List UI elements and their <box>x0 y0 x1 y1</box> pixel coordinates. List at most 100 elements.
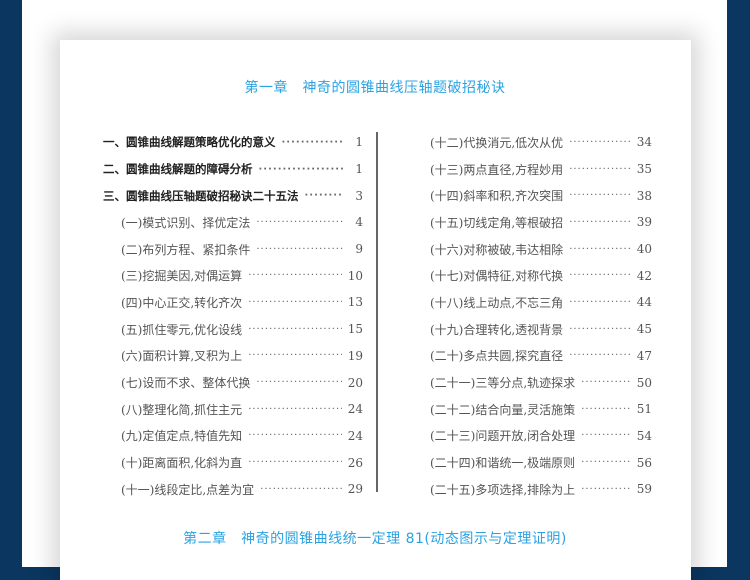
toc-entry-page: 35 <box>636 162 652 177</box>
toc-entry-label: (十八)线上动点,不忘三角 <box>430 295 564 310</box>
toc-entry[interactable]: (一)模式识别、择优定法 4 <box>103 209 363 236</box>
toc-left-column: 一、圆锥曲线解题策略优化的意义 1 二、圆锥曲线解题的障碍分析 1 三、圆锥曲线压轴题破… <box>103 129 363 503</box>
toc-entry-label: (五)抓住零元,优化设线 <box>121 322 243 337</box>
toc-entry-label: (四)中心正交,转化齐次 <box>121 295 243 310</box>
toc-entry-page: 34 <box>636 135 652 150</box>
toc-entry-page: 38 <box>636 188 652 203</box>
dot-leader <box>581 457 631 468</box>
toc-entry[interactable]: 一、圆锥曲线解题策略优化的意义 1 <box>103 129 363 156</box>
toc-entry[interactable]: (二)布列方程、紧扣条件 9 <box>103 236 363 263</box>
toc-entry-label: (十)距离面积,化斜为直 <box>121 456 243 471</box>
toc-entry-page: 1 <box>355 162 363 177</box>
toc-entry[interactable]: (十七)对偶特征,对称代换 42 <box>412 262 652 289</box>
dot-leader <box>260 484 342 495</box>
toc-entry-label: 二、圆锥曲线解题的障碍分析 <box>103 162 253 177</box>
toc-entry-label: (二十四)和谐统一,极端原则 <box>430 456 576 471</box>
dot-leader <box>282 137 344 148</box>
toc-entry-page: 24 <box>347 402 363 417</box>
chapter-1-title: 第一章 神奇的圆锥曲线压轴题破招秘诀 <box>244 80 506 96</box>
toc-entry-label: (一)模式识别、择优定法 <box>121 215 251 230</box>
toc-entry[interactable]: (二十二)结合向量,灵活施策 51 <box>412 396 652 423</box>
dot-leader <box>569 350 631 361</box>
toc-entry-page: 20 <box>347 375 363 390</box>
dot-leader <box>259 164 344 175</box>
toc-entry[interactable]: (二十三)问题开放,闭合处理 54 <box>412 423 652 450</box>
toc-entry-label: 一、圆锥曲线解题策略优化的意义 <box>103 135 276 150</box>
toc-entry[interactable]: (十一)线段定比,点差为宜 29 <box>103 476 363 503</box>
dot-leader <box>248 350 342 361</box>
toc-entry[interactable]: (十四)斜率和积,齐次突围 38 <box>412 182 652 209</box>
toc-entry-label: (二十五)多项选择,排除为上 <box>430 482 576 497</box>
toc-entry[interactable]: (三)挖掘美因,对偶运算 10 <box>103 262 363 289</box>
toc-entry-page: 42 <box>636 268 652 283</box>
toc-entry-page: 39 <box>636 215 652 230</box>
toc-entry[interactable]: (十二)代换消元,低次从优 34 <box>412 129 652 156</box>
dot-leader <box>248 430 342 441</box>
toc-entry[interactable]: (七)设而不求、整体代换 20 <box>103 369 363 396</box>
toc-entry-page: 24 <box>347 428 363 443</box>
toc-entry[interactable]: (十八)线上动点,不忘三角 44 <box>412 289 652 316</box>
toc-entry[interactable]: (十三)两点直径,方程妙用 35 <box>412 156 652 183</box>
dot-leader <box>569 270 631 281</box>
dot-leader <box>248 270 342 281</box>
toc-entry[interactable]: (十六)对称被破,韦达相除 40 <box>412 236 652 263</box>
toc-entry-label: (十五)切线定角,等根破招 <box>430 215 564 230</box>
toc-entry-page: 3 <box>355 188 363 203</box>
toc-entry[interactable]: (二十五)多项选择,排除为上 59 <box>412 476 652 503</box>
toc-entry[interactable]: (二十四)和谐统一,极端原则 56 <box>412 449 652 476</box>
toc-entry[interactable]: (十九)合理转化,透视背景 45 <box>412 316 652 343</box>
toc-entry-page: 19 <box>347 348 363 363</box>
dot-leader <box>569 297 631 308</box>
toc-entry[interactable]: (五)抓住零元,优化设线 15 <box>103 316 363 343</box>
toc-entry[interactable]: (十五)切线定角,等根破招 39 <box>412 209 652 236</box>
toc-entry-label: (十九)合理转化,透视背景 <box>430 322 564 337</box>
dot-leader <box>569 190 631 201</box>
dot-leader <box>256 244 343 255</box>
toc-entry-page: 51 <box>636 402 652 417</box>
toc-entry-label: (十四)斜率和积,齐次突围 <box>430 189 564 204</box>
toc-entry-page: 47 <box>636 348 652 363</box>
toc-entry[interactable]: (二十)多点共圆,探究直径 47 <box>412 343 652 370</box>
dot-leader <box>248 297 342 308</box>
toc-entry[interactable]: 二、圆锥曲线解题的障碍分析 1 <box>103 156 363 183</box>
toc-entry-page: 40 <box>636 242 652 257</box>
toc-entry-page: 15 <box>347 322 363 337</box>
toc-entry-page: 56 <box>636 455 652 470</box>
toc-entry-page: 10 <box>347 268 363 283</box>
toc-entry-page: 9 <box>355 242 363 257</box>
toc-entry[interactable]: (九)定值定点,特值先知 24 <box>103 423 363 450</box>
toc-entry-label: (九)定值定点,特值先知 <box>121 429 243 444</box>
toc-entry-page: 50 <box>636 375 652 390</box>
toc-entry[interactable]: 三、圆锥曲线压轴题破招秘诀二十五法 3 <box>103 182 363 209</box>
toc-entry-label: (二)布列方程、紧扣条件 <box>121 242 251 257</box>
dot-leader <box>248 404 342 415</box>
toc-entry[interactable]: (二十一)三等分点,轨迹探求 50 <box>412 369 652 396</box>
dot-leader <box>581 404 631 415</box>
toc-entry-label: (二十一)三等分点,轨迹探求 <box>430 376 576 391</box>
dot-leader <box>256 217 343 228</box>
toc-entry[interactable]: (四)中心正交,转化齐次 13 <box>103 289 363 316</box>
toc-entry[interactable]: (八)整理化简,抓住主元 24 <box>103 396 363 423</box>
dot-leader <box>248 457 342 468</box>
toc-entry-page: 54 <box>636 428 652 443</box>
dot-leader <box>256 377 341 388</box>
toc-entry-label: (十三)两点直径,方程妙用 <box>430 162 564 177</box>
toc-entry-label: (十二)代换消元,低次从优 <box>430 135 564 150</box>
toc-entry-page: 1 <box>355 135 363 150</box>
toc-entry[interactable]: (十)距离面积,化斜为直 26 <box>103 449 363 476</box>
toc-entry-label: (十七)对偶特征,对称代换 <box>430 269 564 284</box>
toc-entry-label: (十一)线段定比,点差为宜 <box>121 482 255 497</box>
toc-entry-page: 59 <box>636 482 652 497</box>
toc-entry-label: 三、圆锥曲线压轴题破招秘诀二十五法 <box>103 188 299 203</box>
dot-leader <box>581 377 631 388</box>
toc-entry-page: 29 <box>347 482 363 497</box>
toc-entry-label: (七)设而不求、整体代换 <box>121 376 251 391</box>
dot-leader <box>569 324 631 335</box>
toc-entry-page: 45 <box>636 322 652 337</box>
column-divider <box>376 132 378 492</box>
toc-entry-page: 44 <box>636 295 652 310</box>
toc-entry-page: 13 <box>347 295 363 310</box>
dot-leader <box>581 484 631 495</box>
dot-leader <box>248 324 342 335</box>
toc-entry[interactable]: (六)面积计算,叉积为上 19 <box>103 343 363 370</box>
